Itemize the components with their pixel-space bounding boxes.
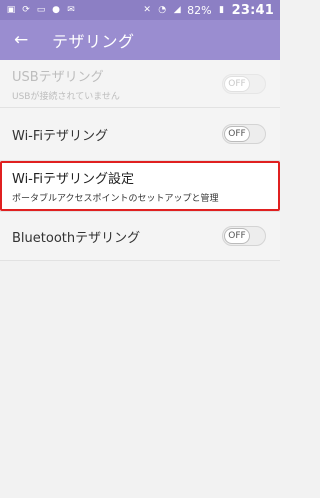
bluetooth-toggle-label: OFF [224, 228, 250, 244]
back-arrow-icon[interactable]: ← [14, 31, 32, 49]
wifi-tethering-settings-title: Wi-Fiテザリング設定 [12, 172, 135, 187]
empty-area [0, 261, 280, 498]
chat-icon: ● [52, 5, 60, 15]
usb-tethering-row: USBテザリング USBが接続されていません OFF [0, 60, 280, 107]
usb-toggle-label: OFF [224, 75, 250, 92]
wifi-tethering-toggle[interactable]: OFF [222, 124, 266, 144]
wifi-tethering-settings-subtitle: ポータブルアクセスポイントのセットアップと管理 [12, 194, 219, 204]
battery-percent: 82% [187, 3, 212, 17]
image-icon: ▭ [36, 5, 46, 15]
clock: 23:41 [231, 2, 274, 18]
wifi-toggle-label: OFF [224, 126, 250, 142]
mail-icon: ✉ [67, 5, 75, 15]
sync-icon: ⟳ [22, 5, 30, 15]
sim-icon: ▣ [6, 5, 16, 15]
status-bar: ▣ ⟳ ▭ ● ✉ ✕ ◔ ◢ 82% ▮ 23:41 [0, 0, 280, 20]
bluetooth-tethering-row[interactable]: Bluetoothテザリング OFF [0, 212, 280, 260]
settings-list: USBテザリング USBが接続されていません OFF Wi-Fiテザリング OF… [0, 60, 280, 498]
bluetooth-tethering-toggle[interactable]: OFF [222, 226, 266, 246]
signal-icon: ◢ [173, 5, 181, 15]
app-bar: ← テザリング [0, 20, 280, 60]
mute-icon: ✕ [143, 5, 151, 15]
page-title: テザリング [52, 32, 135, 51]
wifi-tethering-row[interactable]: Wi-Fiテザリング OFF [0, 108, 280, 160]
wifi-tethering-settings-row[interactable]: Wi-Fiテザリング設定 ポータブルアクセスポイントのセットアップと管理 [0, 161, 280, 211]
wifi-icon: ◔ [158, 5, 167, 15]
usb-tethering-toggle: OFF [222, 73, 266, 94]
battery-icon: ▮ [219, 5, 225, 15]
